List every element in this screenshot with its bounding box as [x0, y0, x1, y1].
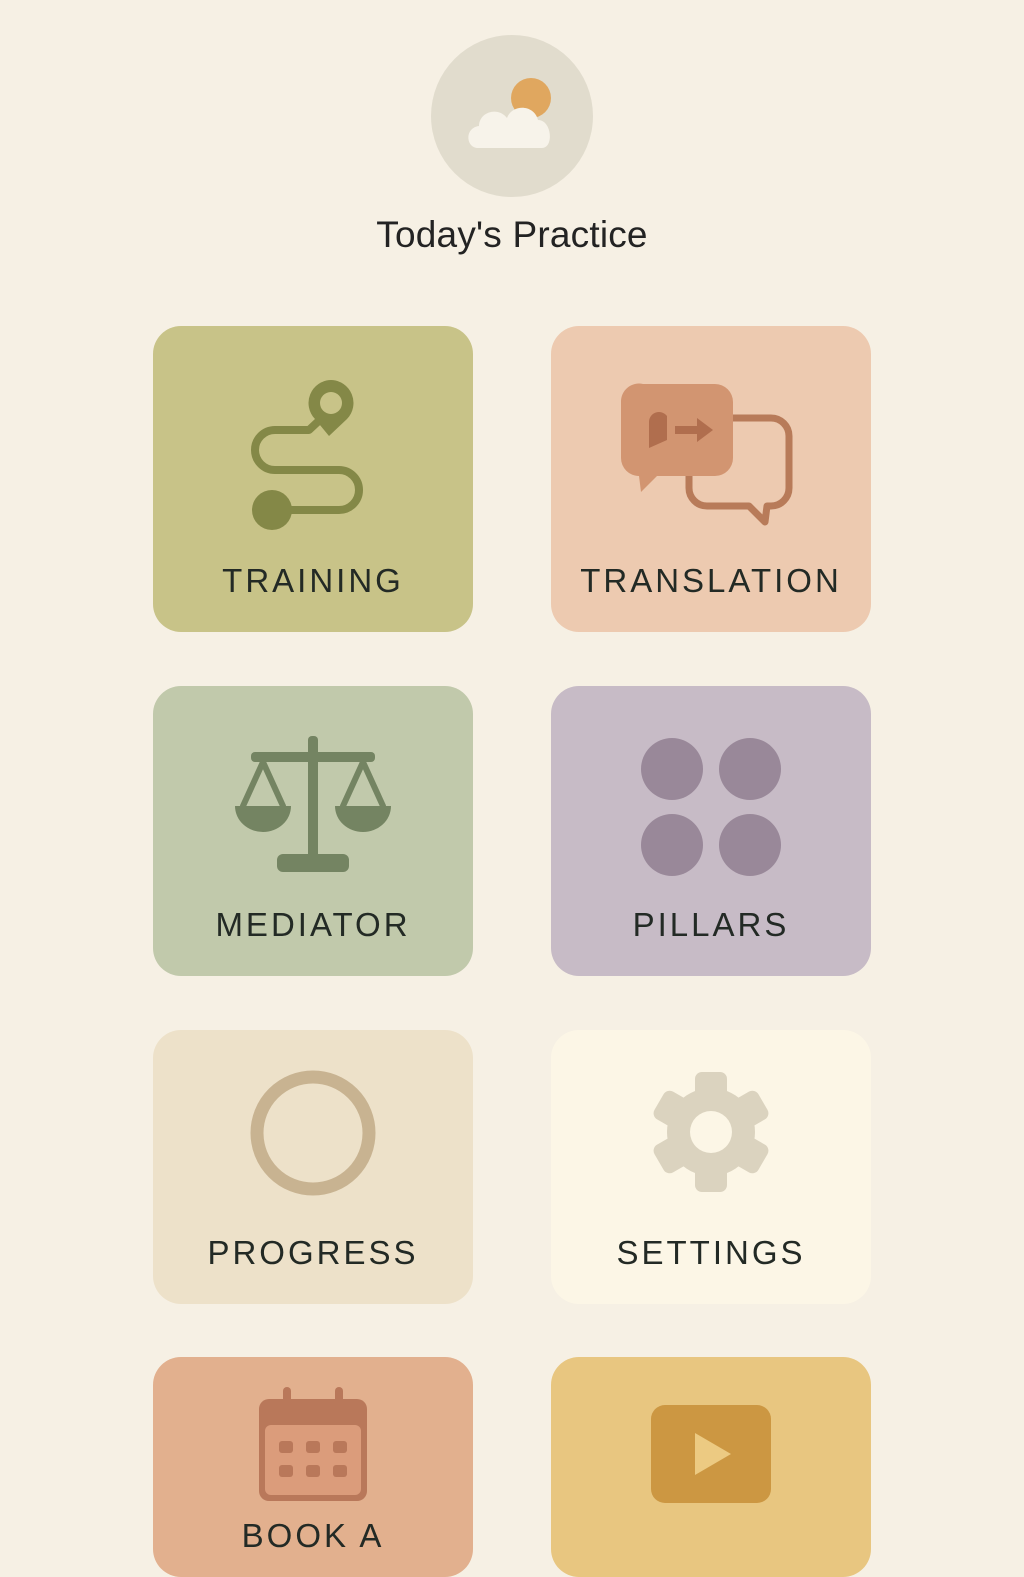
training-tile[interactable]: TRAINING	[153, 326, 473, 632]
mediator-label: MEDIATOR	[215, 906, 411, 943]
page-title: Today's Practice	[376, 214, 648, 255]
pillars-label: PILLARS	[632, 906, 790, 943]
training-label: TRAINING	[222, 562, 404, 599]
book-label: BOOK A	[241, 1517, 385, 1554]
play-video-icon	[551, 1403, 871, 1505]
settings-label: SETTINGS	[616, 1234, 806, 1271]
calendar-icon	[153, 1385, 473, 1505]
scales-icon	[153, 734, 473, 879]
translation-label: TRANSLATION	[580, 562, 842, 599]
cloud-sun-icon	[431, 35, 593, 197]
video-tile[interactable]	[551, 1357, 871, 1577]
translation-tile[interactable]: TRANSLATION	[551, 326, 871, 632]
settings-tile[interactable]: SETTINGS	[551, 1030, 871, 1304]
progress-label: PROGRESS	[207, 1234, 419, 1271]
mediator-tile[interactable]: MEDIATOR	[153, 686, 473, 976]
book-tile[interactable]: BOOK A	[153, 1357, 473, 1577]
gear-icon	[551, 1072, 871, 1192]
chat-bubbles-icon	[551, 382, 871, 532]
ring-icon	[153, 1068, 473, 1198]
pillars-tile[interactable]: PILLARS	[551, 686, 871, 976]
route-path-icon	[153, 376, 473, 536]
four-dots-icon	[551, 738, 871, 878]
progress-tile[interactable]: PROGRESS	[153, 1030, 473, 1304]
